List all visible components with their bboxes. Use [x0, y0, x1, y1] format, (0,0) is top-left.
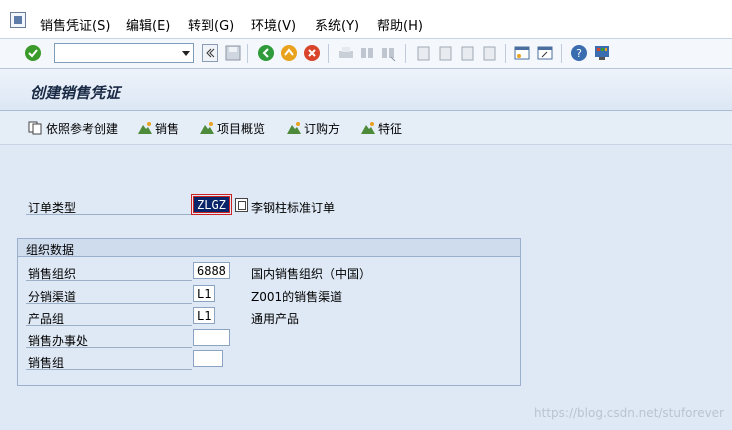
customize-layout-icon[interactable]: [593, 44, 611, 62]
mountain-overview-icon: [287, 122, 301, 134]
sales-org-description: 国内销售组织（中国）: [251, 267, 372, 281]
distribution-channel-description: Z001的销售渠道: [251, 290, 343, 304]
chevron-down-icon[interactable]: [182, 51, 190, 56]
shortcut-icon[interactable]: [536, 44, 554, 62]
row-underline: [26, 280, 192, 281]
sales-group-input[interactable]: [193, 350, 223, 367]
toolbar-separator: [247, 44, 248, 63]
division-input[interactable]: L1: [193, 307, 215, 324]
svg-text:?: ?: [576, 47, 582, 60]
watermark: https://blog.csdn.net/stuforever: [534, 406, 724, 420]
order-type-input[interactable]: ZLGZ: [191, 194, 232, 215]
application-toolbar: 依照参考创建 销售 项目概览 订购方 特征: [0, 111, 732, 145]
group-header: 组织数据: [18, 239, 520, 257]
page-title: 创建销售凭证: [30, 84, 121, 102]
toolbar-separator: [505, 44, 506, 63]
menu-edit[interactable]: 编辑(E): [126, 15, 170, 34]
save-icon[interactable]: [224, 44, 242, 62]
characteristics-button[interactable]: 特征: [360, 119, 402, 137]
sales-overview-label: 销售: [155, 121, 180, 136]
title-bar: 创建销售凭证: [0, 69, 732, 111]
previous-page-icon[interactable]: [436, 44, 454, 62]
item-overview-label: 项目概览: [217, 121, 266, 136]
row-underline: [26, 303, 192, 304]
command-field[interactable]: [54, 43, 194, 63]
item-overview-button[interactable]: 项目概览: [199, 119, 265, 137]
match-code-icon[interactable]: [235, 198, 248, 212]
exit-icon[interactable]: [280, 44, 298, 62]
print-icon[interactable]: [337, 44, 355, 62]
toolbar-separator: [328, 44, 329, 63]
new-session-icon[interactable]: [513, 44, 531, 62]
order-type-description: 李钢柱标准订单: [251, 201, 336, 215]
sales-org-input[interactable]: 6888: [193, 262, 230, 279]
sold-to-party-button[interactable]: 订购方: [286, 119, 340, 137]
standard-toolbar: ?: [0, 39, 732, 69]
division-description: 通用产品: [251, 312, 300, 326]
menu-goto[interactable]: 转到(G): [188, 15, 234, 34]
app-menu-icon[interactable]: [10, 12, 26, 28]
menu-bar: 销售凭证(S) 编辑(E) 转到(G) 环境(V) 系统(Y) 帮助(H): [0, 0, 732, 39]
next-page-icon[interactable]: [458, 44, 476, 62]
create-with-reference-label: 依照参考创建: [46, 121, 119, 136]
sold-to-party-label: 订购方: [304, 121, 341, 136]
distribution-channel-input[interactable]: L1: [193, 285, 215, 302]
row-underline: [26, 369, 192, 370]
create-with-reference-button[interactable]: 依照参考创建: [28, 119, 118, 137]
mountain-overview-icon: [361, 122, 375, 134]
sales-office-input[interactable]: [193, 329, 230, 346]
mountain-overview-icon: [200, 122, 214, 134]
find-icon[interactable]: [358, 44, 376, 62]
enter-check-icon[interactable]: [24, 44, 42, 62]
collapse-arrows-icon[interactable]: [202, 44, 218, 62]
cancel-icon[interactable]: [303, 44, 321, 62]
menu-environment[interactable]: 环境(V): [251, 15, 296, 34]
back-icon[interactable]: [257, 44, 275, 62]
last-page-icon[interactable]: [480, 44, 498, 62]
row-underline: [26, 325, 192, 326]
group-title: 组织数据: [26, 243, 75, 257]
menu-sales-document[interactable]: 销售凭证(S): [40, 15, 110, 34]
characteristics-label: 特征: [378, 121, 403, 136]
order-type-underline: [26, 214, 192, 215]
menu-help[interactable]: 帮助(H): [377, 15, 423, 34]
sales-overview-button[interactable]: 销售: [137, 119, 179, 137]
find-next-icon[interactable]: [379, 44, 397, 62]
menu-system[interactable]: 系统(Y): [315, 15, 359, 34]
toolbar-separator: [405, 44, 406, 63]
help-icon[interactable]: ?: [570, 44, 588, 62]
copy-document-icon: [28, 121, 42, 135]
row-underline: [26, 347, 192, 348]
toolbar-separator: [561, 44, 562, 63]
first-page-icon[interactable]: [414, 44, 432, 62]
mountain-overview-icon: [138, 122, 152, 134]
